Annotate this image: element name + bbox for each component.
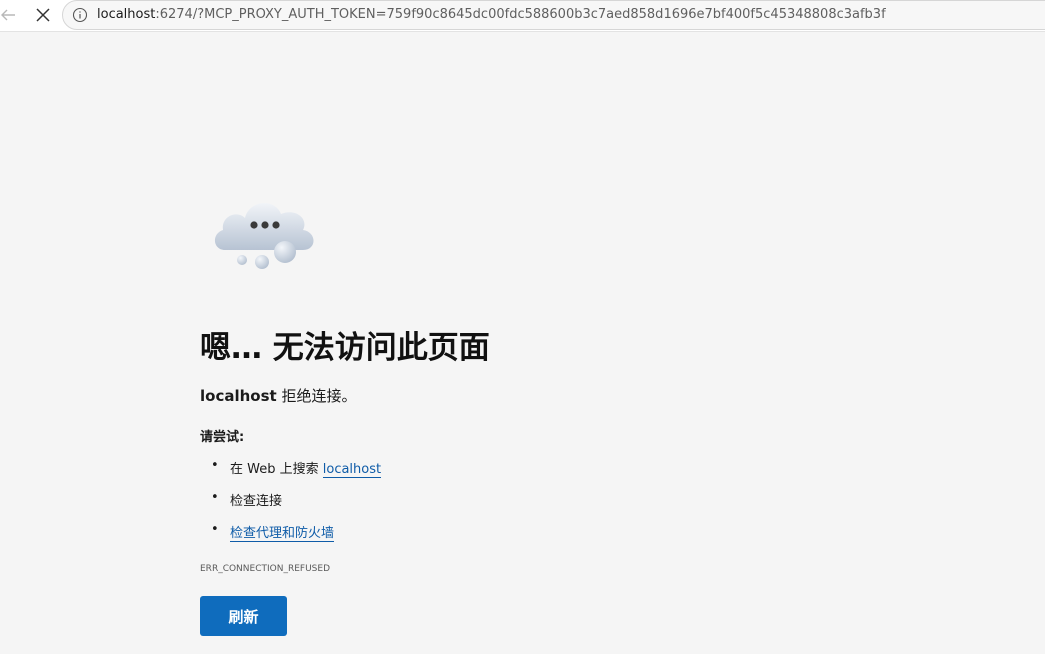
try-label: 请尝试: (200, 430, 245, 445)
subtitle-text: 拒绝连接。 (276, 387, 357, 405)
url-host: localhost (97, 7, 156, 22)
suggestion-list: • 在 Web 上搜索 localhost • 检查连接 • 检查代理和防火墙 (200, 458, 382, 554)
stop-loading-button[interactable] (29, 1, 57, 29)
list-bullet: • (211, 458, 219, 473)
close-icon (36, 8, 50, 22)
suggestion-text: 在 Web 上搜索 (230, 462, 323, 477)
error-code: ERR_CONNECTION_REFUSED (200, 564, 330, 574)
info-icon[interactable] (72, 7, 88, 23)
address-bar[interactable]: localhost:6274/?MCP_PROXY_AUTH_TOKEN=759… (62, 0, 1045, 30)
page-title: 嗯… 无法访问此页面 (200, 330, 490, 366)
url-path: :6274/?MCP_PROXY_AUTH_TOKEN=759f90c8645d… (155, 7, 886, 22)
suggestion-text: 检查连接 (230, 494, 283, 509)
refresh-button[interactable]: 刷新 (200, 596, 287, 636)
list-bullet: • (211, 522, 219, 537)
url-text[interactable]: localhost:6274/?MCP_PROXY_AUTH_TOKEN=759… (97, 7, 886, 23)
search-localhost-link[interactable]: localhost (322, 462, 382, 478)
back-arrow-icon (1, 9, 15, 21)
list-bullet: • (211, 490, 219, 505)
suggestion-search-web: • 在 Web 上搜索 localhost (200, 458, 382, 490)
suggestion-check-connection: • 检查连接 (200, 490, 381, 522)
error-subtitle: localhost 拒绝连接。 (200, 385, 356, 406)
suggestion-check-proxy: • 检查代理和防火墙 (200, 522, 381, 554)
back-button[interactable] (0, 1, 22, 29)
browser-toolbar: localhost:6274/?MCP_PROXY_AUTH_TOKEN=759… (0, 0, 1045, 32)
check-proxy-firewall-link[interactable]: 检查代理和防火墙 (230, 526, 335, 542)
cloud-icon (214, 203, 314, 269)
subtitle-host: localhost (200, 387, 277, 405)
